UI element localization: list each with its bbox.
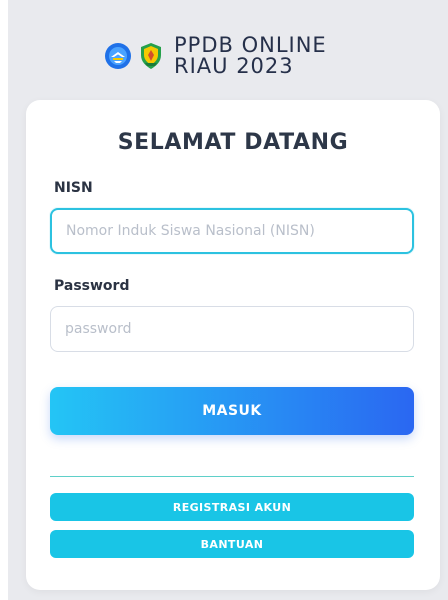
welcome-title: SELAMAT DATANG — [117, 130, 349, 155]
site-logo-title: PPDB ONLINE RIAU 2023 — [174, 35, 327, 77]
nisn-input[interactable] — [50, 208, 414, 254]
login-card: SELAMAT DATANG NISN Password MASUK REGIS… — [26, 100, 440, 590]
help-button[interactable]: BANTUAN — [50, 530, 414, 558]
left-white-strip — [0, 0, 8, 600]
logo-title-line-1: PPDB ONLINE — [174, 33, 327, 57]
logo-title-line-2: RIAU 2023 — [174, 54, 294, 78]
password-input[interactable] — [50, 306, 414, 352]
section-divider — [50, 476, 414, 477]
education-emblem-icon — [105, 43, 131, 69]
riau-emblem-icon — [141, 43, 161, 69]
nisn-label: NISN — [54, 180, 93, 196]
site-header: PPDB ONLINE RIAU 2023 — [104, 30, 327, 82]
register-account-button[interactable]: REGISTRASI AKUN — [50, 493, 414, 521]
password-label: Password — [54, 278, 130, 294]
logo-wrap: PPDB ONLINE RIAU 2023 — [104, 35, 327, 77]
login-button[interactable]: MASUK — [50, 387, 414, 435]
